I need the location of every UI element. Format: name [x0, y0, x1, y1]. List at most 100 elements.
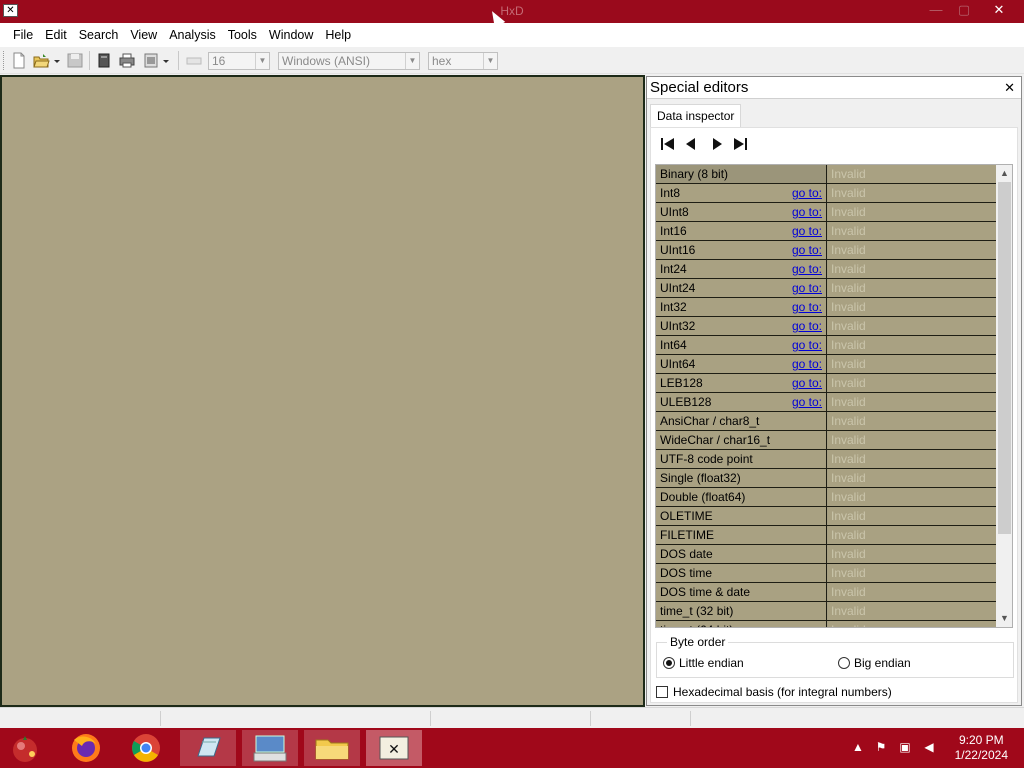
bytes-per-row-select[interactable]: 16 ▼ — [208, 52, 270, 70]
inspector-value-cell[interactable]: Invalid — [828, 583, 996, 601]
checkbox-box[interactable] — [656, 686, 668, 698]
close-file-icon[interactable] — [96, 52, 114, 69]
menu-edit[interactable]: Edit — [39, 24, 73, 46]
close-window-button[interactable]: ✕ — [982, 0, 1016, 21]
inspector-row[interactable]: Binary (8 bit) Invalid — [656, 165, 996, 184]
flag-icon[interactable]: ⚑ — [874, 740, 888, 754]
chevron-up-icon[interactable]: ▲ — [851, 740, 865, 754]
inspector-value-cell[interactable]: Invalid — [828, 431, 996, 449]
inspector-value-cell[interactable]: Invalid — [828, 298, 996, 316]
hxd-icon[interactable]: ✕ — [366, 730, 422, 766]
properties-dropdown-icon[interactable] — [162, 52, 172, 69]
inspector-value-cell[interactable]: Invalid — [828, 602, 996, 620]
inspector-row[interactable]: UInt8 go to: Invalid — [656, 203, 996, 222]
inspector-value-cell[interactable]: Invalid — [828, 222, 996, 240]
inspector-value-cell[interactable]: Invalid — [828, 374, 996, 392]
inspector-value-cell[interactable]: Invalid — [828, 564, 996, 582]
radio-dot[interactable] — [838, 657, 850, 669]
inspector-value-cell[interactable]: Invalid — [828, 241, 996, 259]
goto-link[interactable]: go to: — [792, 336, 822, 354]
inspector-row[interactable]: WideChar / char16_t Invalid — [656, 431, 996, 450]
inspector-row[interactable]: UTF-8 code point Invalid — [656, 450, 996, 469]
goto-link[interactable]: go to: — [792, 374, 822, 392]
inspector-row[interactable]: Int32 go to: Invalid — [656, 298, 996, 317]
inspector-row[interactable]: Int24 go to: Invalid — [656, 260, 996, 279]
inspector-value-cell[interactable]: Invalid — [828, 203, 996, 221]
scroll-down-icon[interactable]: ▼ — [996, 610, 1012, 627]
inspector-scrollbar[interactable]: ▲ ▼ — [996, 165, 1012, 627]
inspector-value-cell[interactable]: Invalid — [828, 393, 996, 411]
goto-link[interactable]: go to: — [792, 241, 822, 259]
goto-link[interactable]: go to: — [792, 355, 822, 373]
inspector-row[interactable]: Int16 go to: Invalid — [656, 222, 996, 241]
inspector-value-cell[interactable]: Invalid — [828, 526, 996, 544]
volume-muted-icon[interactable]: ◀ — [922, 740, 936, 754]
save-icon[interactable] — [67, 52, 85, 69]
notepad-icon[interactable] — [180, 730, 236, 766]
toolbar-grip[interactable] — [3, 51, 6, 70]
inspector-row[interactable]: time_t (32 bit) Invalid — [656, 602, 996, 621]
goto-link[interactable]: go to: — [792, 279, 822, 297]
inspector-value-cell[interactable]: Invalid — [828, 412, 996, 430]
inspector-row[interactable]: Int64 go to: Invalid — [656, 336, 996, 355]
inspector-row[interactable]: DOS time & date Invalid — [656, 583, 996, 602]
goto-link[interactable]: go to: — [792, 222, 822, 240]
goto-link[interactable]: go to: — [792, 317, 822, 335]
inspector-row[interactable]: Single (float32) Invalid — [656, 469, 996, 488]
title-bar[interactable]: ✕ HxD — ▢ ✕ — [0, 0, 1024, 28]
inspector-value-cell[interactable]: Invalid — [828, 184, 996, 202]
properties-icon[interactable] — [143, 52, 161, 69]
charset-select[interactable]: Windows (ANSI) ▼ — [278, 52, 420, 70]
inspector-value-cell[interactable]: Invalid — [828, 545, 996, 563]
inspector-value-cell[interactable]: Invalid — [828, 507, 996, 525]
inspector-value-cell[interactable]: Invalid — [828, 336, 996, 354]
inspector-row[interactable]: time_t (64 bit) Invalid — [656, 621, 996, 627]
goto-link[interactable]: go to: — [792, 298, 822, 316]
offset-base-select[interactable]: hex ▼ — [428, 52, 498, 70]
open-file-icon[interactable] — [33, 52, 51, 69]
inspector-row[interactable]: AnsiChar / char8_t Invalid — [656, 412, 996, 431]
inspector-row[interactable]: UInt24 go to: Invalid — [656, 279, 996, 298]
inspector-value-cell[interactable]: Invalid — [828, 260, 996, 278]
start-icon[interactable] — [0, 730, 50, 766]
scrollbar-thumb[interactable] — [998, 182, 1011, 534]
menu-tools[interactable]: Tools — [222, 24, 263, 46]
maximize-button[interactable]: ▢ — [947, 0, 981, 21]
inspector-value-cell[interactable]: Invalid — [828, 621, 996, 627]
menu-window[interactable]: Window — [263, 24, 319, 46]
inspector-row[interactable]: Int8 go to: Invalid — [656, 184, 996, 203]
open-dropdown-icon[interactable] — [53, 52, 63, 69]
inspector-value-cell[interactable]: Invalid — [828, 488, 996, 506]
chrome-icon[interactable] — [118, 730, 174, 766]
next-icon[interactable] — [707, 137, 725, 151]
inspector-row[interactable]: UInt32 go to: Invalid — [656, 317, 996, 336]
menu-file[interactable]: File — [7, 24, 39, 46]
goto-link[interactable]: go to: — [792, 203, 822, 221]
inspector-row[interactable]: DOS time Invalid — [656, 564, 996, 583]
menu-view[interactable]: View — [124, 24, 163, 46]
inspector-value-cell[interactable]: Invalid — [828, 317, 996, 335]
inspector-row[interactable]: Double (float64) Invalid — [656, 488, 996, 507]
inspector-row[interactable]: OLETIME Invalid — [656, 507, 996, 526]
inspector-value-cell[interactable]: Invalid — [828, 450, 996, 468]
editor-workspace[interactable] — [0, 75, 645, 707]
inspector-row[interactable]: FILETIME Invalid — [656, 526, 996, 545]
radio-dot[interactable] — [663, 657, 675, 669]
tab-data-inspector[interactable]: Data inspector — [650, 104, 742, 127]
inspector-value-cell[interactable]: Invalid — [828, 279, 996, 297]
menu-help[interactable]: Help — [319, 24, 357, 46]
inspector-row[interactable]: ULEB128 go to: Invalid — [656, 393, 996, 412]
keyboard-icon[interactable] — [242, 730, 298, 766]
scroll-up-icon[interactable]: ▲ — [996, 165, 1012, 182]
inspector-value-cell[interactable]: Invalid — [828, 355, 996, 373]
print-icon[interactable] — [118, 52, 136, 69]
taskbar-clock[interactable]: 9:20 PM 1/22/2024 — [955, 733, 1008, 763]
little-endian-radio[interactable]: Little endian — [663, 656, 744, 670]
menu-analysis[interactable]: Analysis — [163, 24, 222, 46]
inspector-value-cell[interactable]: Invalid — [828, 165, 996, 183]
inspector-value-cell[interactable]: Invalid — [828, 469, 996, 487]
goto-link[interactable]: go to: — [792, 260, 822, 278]
firefox-icon[interactable] — [58, 730, 114, 766]
goto-link[interactable]: go to: — [792, 184, 822, 202]
big-endian-radio[interactable]: Big endian — [838, 656, 911, 670]
